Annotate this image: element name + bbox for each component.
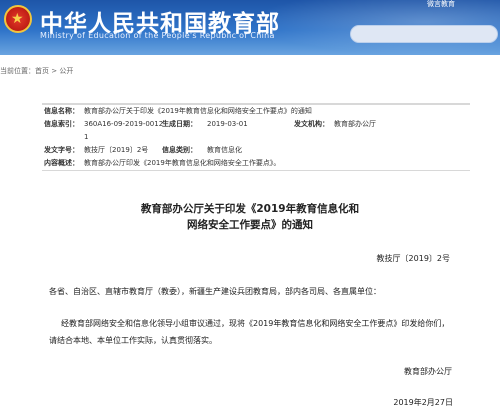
summary-value: 教育部办公厅印发《2019年教育信息化和网络安全工作要点》。: [84, 159, 281, 167]
article-recipients: 各省、自治区、直辖市教育厅（教委），新疆生产建设兵团教育局，部内各司局、各直属单…: [49, 287, 381, 296]
article-signature: 教育部办公厅: [404, 367, 452, 376]
breadcrumb-separator: >: [49, 67, 60, 75]
breadcrumb-prefix: 当前位置：: [0, 67, 35, 75]
breadcrumb: 当前位置：首页 > 公开: [0, 66, 73, 76]
breadcrumb-home-link[interactable]: 首页: [35, 67, 49, 75]
meta-row-name: 信息名称： 教育部办公厅关于印发《2019年教育信息化和网络安全工作要点》的通知: [42, 105, 470, 118]
doc-no-value: 教技厅〔2019〕2号: [84, 146, 149, 154]
category-value: 教育信息化: [207, 146, 242, 154]
category-label: 信息类别：: [162, 146, 197, 154]
date-label: 生成日期：: [162, 120, 197, 128]
index-value: 360A16-09-2019-0012-: [84, 120, 166, 128]
article-title-line-1: 教育部办公厅关于印发《2019年教育信息化和: [140, 203, 360, 215]
meta-row-index-cont: 1: [42, 131, 470, 144]
site-subtitle: Ministry of Education of the People's Re…: [40, 31, 275, 40]
article-body-line-2: 请结合本地、本单位工作实际，认真贯彻落实。: [49, 336, 217, 345]
national-emblem-icon[interactable]: ★: [4, 5, 32, 33]
article-body-line-1: 经教育部网络安全和信息化领导小组审议通过，现将《2019年教育信息化和网络安全工…: [61, 319, 450, 328]
site-header: ★ 中华人民共和国教育部 Ministry of Education of th…: [0, 0, 500, 55]
date-value: 2019-03-01: [207, 120, 248, 128]
meta-row-docno: 发文字号： 教技厅〔2019〕2号 信息类别： 教育信息化: [42, 144, 470, 157]
search-input[interactable]: [350, 25, 498, 43]
issuer-value: 教育部办公厅: [334, 120, 376, 128]
meta-row-index: 信息索引： 360A16-09-2019-0012- 生成日期： 2019-03…: [42, 118, 470, 131]
summary-label: 内容概述：: [44, 159, 79, 167]
document-meta-table: 信息名称： 教育部办公厅关于印发《2019年教育信息化和网络安全工作要点》的通知…: [42, 103, 470, 171]
weibo-link[interactable]: 微言教育: [412, 0, 470, 9]
issuer-label: 发文机构：: [294, 120, 329, 128]
meta-row-summary: 内容概述： 教育部办公厅印发《2019年教育信息化和网络安全工作要点》。: [42, 157, 470, 170]
index-label: 信息索引：: [44, 120, 79, 128]
article-title-line-2: 网络安全工作要点》的通知: [187, 219, 313, 231]
info-name-label: 信息名称：: [44, 107, 79, 115]
breadcrumb-current-link[interactable]: 公开: [59, 67, 73, 75]
doc-no-label: 发文字号：: [44, 146, 79, 154]
article-sign-date: 2019年2月27日: [393, 398, 453, 407]
info-name-value: 教育部办公厅关于印发《2019年教育信息化和网络安全工作要点》的通知: [84, 107, 312, 115]
index-value-cont: 1: [84, 133, 89, 141]
article-doc-number: 教技厅〔2019〕2号: [376, 254, 450, 263]
